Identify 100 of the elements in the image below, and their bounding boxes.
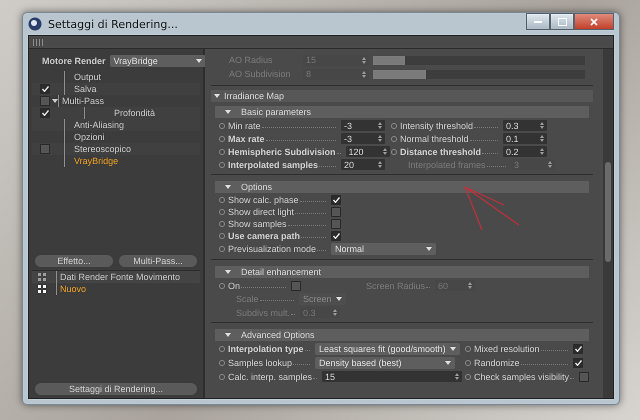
number-field[interactable]: -3 — [341, 120, 385, 131]
maximize-icon — [558, 18, 567, 26]
animation-dot-icon[interactable] — [219, 233, 225, 239]
slider-track[interactable] — [373, 70, 586, 78]
caret-icon — [196, 59, 202, 63]
animation-dot-icon[interactable] — [465, 374, 471, 380]
section-header[interactable]: Irradiance Map — [211, 90, 594, 102]
group-header[interactable]: Advanced Options — [215, 329, 590, 341]
effect-button[interactable]: Multi-Pass... — [119, 255, 197, 267]
close-button[interactable] — [574, 13, 614, 30]
checkbox[interactable] — [579, 372, 590, 382]
animation-dot-icon[interactable] — [391, 148, 397, 154]
field-label: Distance threshold — [400, 146, 482, 156]
renderer-label: Motore Render — [42, 56, 106, 66]
field-label: Max rate — [228, 134, 265, 144]
animation-dot-icon[interactable] — [219, 221, 225, 227]
caret-icon — [336, 297, 342, 301]
animation-dot-icon[interactable] — [219, 162, 225, 168]
field-label: Show samples — [228, 219, 287, 229]
checkbox[interactable] — [40, 144, 50, 154]
group-header[interactable]: Options — [215, 181, 590, 193]
field-label: Interpolated samples — [228, 160, 318, 170]
maximize-button[interactable] — [550, 13, 574, 30]
scrollbar[interactable] — [603, 49, 614, 398]
check-mark-icon — [332, 233, 340, 239]
tree-item[interactable]: VrayBridge — [64, 155, 118, 167]
animation-dot-icon[interactable] — [219, 360, 225, 366]
animation-dot-icon[interactable] — [219, 282, 225, 288]
checkbox[interactable] — [291, 280, 301, 290]
spinner-arrows-icon — [382, 148, 387, 155]
spinner-arrows-icon — [378, 122, 382, 129]
animation-dot-icon[interactable] — [391, 136, 397, 142]
group-header[interactable]: Detail enhancement — [215, 266, 590, 278]
window-title: Settaggi di Rendering... — [48, 18, 178, 30]
spinner-arrows-icon — [378, 161, 382, 168]
dropdown[interactable]: Normal — [331, 243, 436, 255]
checkbox[interactable] — [331, 219, 341, 229]
check-mark-icon — [574, 360, 582, 366]
expand-arrow-icon[interactable] — [52, 99, 58, 103]
animation-dot-icon[interactable] — [219, 122, 225, 128]
spinner-arrows-icon — [333, 309, 338, 316]
number-field[interactable]: 0.1 — [503, 133, 547, 144]
checkbox[interactable] — [40, 96, 50, 106]
app-logo-icon — [28, 17, 42, 31]
animation-dot-icon[interactable] — [465, 360, 471, 366]
field-label: Previsualization mode — [228, 244, 316, 254]
check-mark-icon — [574, 346, 582, 352]
number-field[interactable]: 0.2 — [503, 146, 547, 157]
checkbox[interactable] — [331, 231, 341, 241]
number-field[interactable]: 15 — [322, 371, 462, 382]
spinner-arrows-icon — [378, 135, 382, 142]
number-field[interactable]: 0.3 — [503, 120, 547, 131]
field-label: Show calc. phase — [228, 195, 299, 205]
animation-dot-icon[interactable] — [219, 148, 225, 154]
slider-track[interactable] — [373, 56, 586, 64]
checkbox[interactable] — [573, 358, 583, 368]
spinner-arrows-icon — [540, 135, 544, 142]
check-mark-icon — [42, 110, 48, 116]
animation-dot-icon[interactable] — [391, 122, 397, 128]
caret-icon — [426, 247, 432, 251]
spinner-arrows-icon — [455, 373, 460, 380]
animation-dot-icon[interactable] — [219, 209, 225, 215]
animation-dot-icon[interactable] — [219, 374, 225, 380]
group-header[interactable]: Basic parameters — [215, 106, 590, 118]
animation-dot-icon[interactable] — [219, 136, 225, 142]
field-label: Calc. interp. samples — [228, 372, 312, 382]
field-label: Min rate — [228, 120, 261, 130]
field-label: Show direct light — [228, 207, 294, 217]
checkbox[interactable] — [40, 108, 50, 118]
field-label: Check samples visibility — [474, 372, 570, 382]
renderer-dropdown[interactable]: VrayBridge — [110, 55, 206, 67]
animation-dot-icon[interactable] — [219, 197, 225, 203]
number-field[interactable]: 120 — [346, 146, 390, 157]
effect-button[interactable]: Effetto... — [35, 255, 113, 267]
spinner-arrows-icon — [548, 161, 552, 168]
field-label: Mixed resolution — [474, 344, 540, 354]
tree-item[interactable]: Salva — [64, 83, 97, 95]
render-settings-icon — [38, 273, 46, 281]
checkbox[interactable] — [40, 84, 50, 94]
caret-icon — [445, 361, 451, 365]
grip-icon[interactable] — [33, 38, 43, 46]
render-settings-item[interactable]: Nuovo — [56, 283, 86, 295]
field-label: Intensity threshold — [400, 120, 474, 130]
checkbox[interactable] — [331, 207, 341, 217]
animation-dot-icon[interactable] — [219, 246, 225, 252]
minimize-button[interactable] — [526, 13, 550, 30]
dropdown[interactable]: Least squares fit (good/smooth) — [315, 343, 460, 355]
dropdown[interactable]: Density based (best) — [315, 357, 455, 369]
spinner-arrows-icon — [540, 122, 544, 129]
field-label: Use camera path — [228, 231, 300, 241]
animation-dot-icon[interactable] — [465, 346, 471, 352]
number-field[interactable]: 20 — [341, 159, 385, 170]
checkbox[interactable] — [573, 344, 583, 354]
checkbox[interactable] — [331, 195, 341, 205]
spinner-arrows-icon — [362, 70, 366, 78]
animation-dot-icon[interactable] — [219, 346, 225, 352]
field-label: Normal threshold — [400, 134, 469, 144]
render-settings-button[interactable]: Settaggi di Rendering... — [35, 383, 197, 395]
scrollbar-thumb[interactable] — [605, 162, 612, 262]
number-field[interactable]: -3 — [341, 133, 385, 144]
